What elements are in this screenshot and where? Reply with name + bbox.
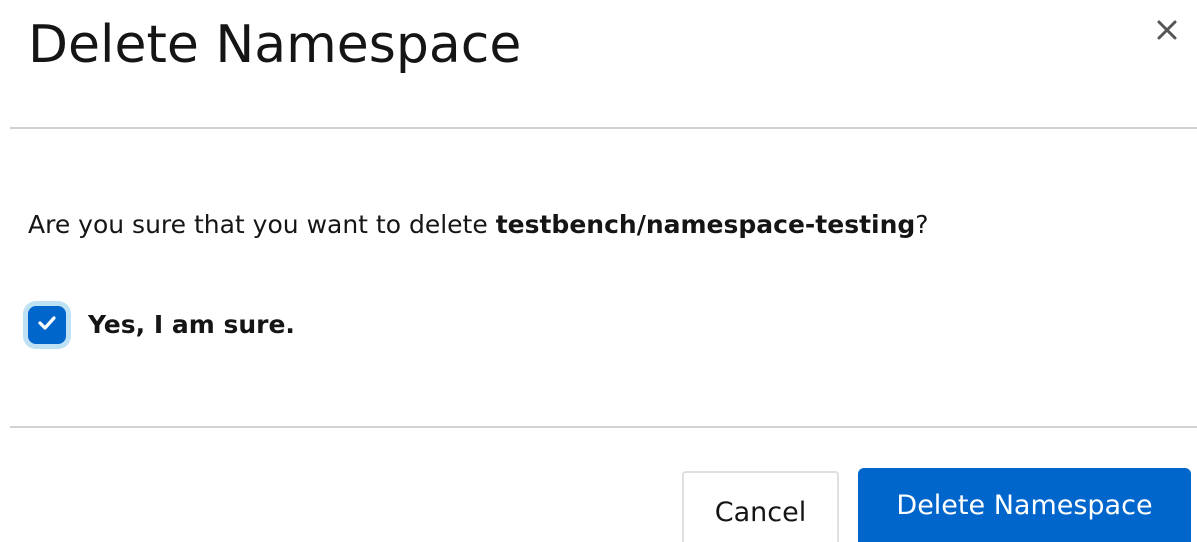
message-prefix: Are you sure that you want to delete: [28, 210, 496, 239]
footer-divider: [10, 426, 1197, 428]
close-button[interactable]: [1151, 14, 1183, 46]
modal-title: Delete Namespace: [28, 15, 522, 75]
confirm-row: Yes, I am sure.: [22, 305, 295, 345]
confirm-checkbox[interactable]: [28, 306, 66, 344]
confirm-message: Are you sure that you want to delete tes…: [28, 205, 929, 245]
delete-namespace-button[interactable]: Delete Namespace: [858, 468, 1191, 542]
message-suffix: ?: [915, 210, 929, 239]
namespace-name: testbench/namespace-testing: [495, 210, 916, 239]
close-icon: [1156, 19, 1178, 41]
delete-namespace-modal: Delete Namespace Are you sure that you w…: [0, 0, 1197, 542]
checkmark-icon: [38, 315, 56, 335]
cancel-button[interactable]: Cancel: [682, 471, 839, 542]
header-divider: [10, 127, 1197, 129]
confirm-label[interactable]: Yes, I am sure.: [88, 305, 295, 345]
